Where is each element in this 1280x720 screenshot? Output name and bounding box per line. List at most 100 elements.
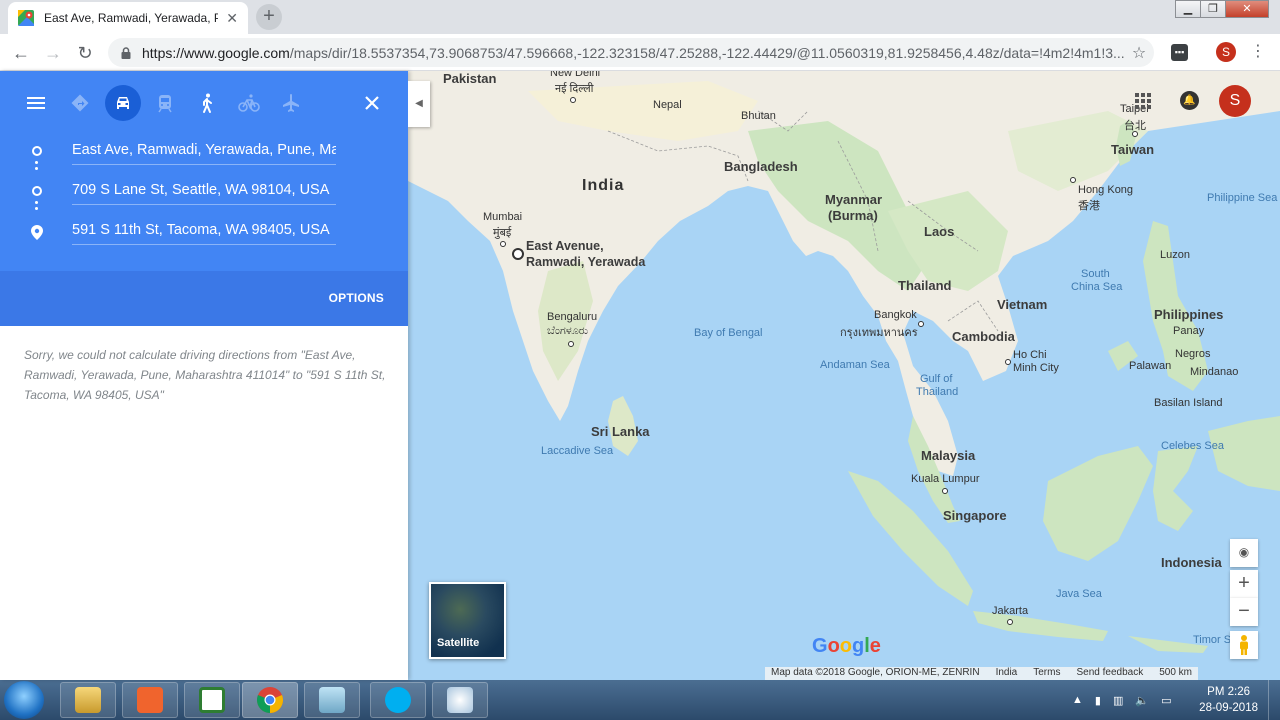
collapse-panel-button[interactable]: ◀ bbox=[408, 81, 430, 127]
map-label-luzon[interactable]: Luzon bbox=[1160, 249, 1190, 261]
taskbar-app-s[interactable] bbox=[184, 682, 240, 718]
map-label-origin-2[interactable]: Ramwadi, Yerawada bbox=[526, 255, 645, 269]
account-avatar[interactable]: S bbox=[1219, 85, 1251, 117]
city-marker[interactable] bbox=[568, 341, 574, 347]
map-label-ho-chi-minh[interactable]: Ho Chi bbox=[1013, 349, 1047, 361]
city-marker[interactable] bbox=[1070, 177, 1076, 183]
notifications-bell-icon[interactable]: 🔔 bbox=[1180, 91, 1199, 110]
map-label-bangkok[interactable]: Bangkok bbox=[874, 309, 917, 321]
origin-pin-icon[interactable] bbox=[512, 248, 524, 260]
taskbar-skype[interactable] bbox=[370, 682, 426, 718]
send-feedback-link[interactable]: Send feedback bbox=[1076, 667, 1143, 680]
map-label-cambodia[interactable]: Cambodia bbox=[952, 329, 1015, 344]
browser-profile-avatar[interactable]: S bbox=[1216, 42, 1236, 62]
map-label-mindanao[interactable]: Mindanao bbox=[1190, 366, 1238, 378]
map-canvas[interactable]: ◀ Pakistan New Delhi नई दिल्ली Nepal Bhu… bbox=[408, 71, 1280, 680]
map-label-panay[interactable]: Panay bbox=[1173, 325, 1204, 337]
map-label-hong-kong[interactable]: Hong Kong bbox=[1078, 184, 1133, 196]
reload-icon[interactable]: ↻ bbox=[72, 40, 98, 66]
map-label-sri-lanka[interactable]: Sri Lanka bbox=[591, 424, 650, 439]
taskbar-explorer[interactable] bbox=[60, 682, 116, 718]
windows-taskbar: ▲ ▮ ▥ 🔈 ▭ PM 2:26 28-09-2018 bbox=[0, 680, 1280, 720]
taskbar-clock[interactable]: PM 2:26 28-09-2018 bbox=[1199, 684, 1258, 716]
transit-mode-icon[interactable] bbox=[147, 85, 183, 121]
destination-input[interactable]: 591 S 11th St, Tacoma, WA 98405, USA bbox=[72, 219, 336, 245]
map-label-jakarta[interactable]: Jakarta bbox=[992, 605, 1028, 617]
satellite-layer-toggle[interactable]: Satellite bbox=[429, 582, 506, 659]
map-label-bangkok-th: กรุงเทพมหานคร bbox=[840, 327, 918, 339]
map-label-bangladesh[interactable]: Bangladesh bbox=[724, 159, 798, 174]
map-label-singapore[interactable]: Singapore bbox=[943, 508, 1007, 523]
map-label-vietnam[interactable]: Vietnam bbox=[997, 297, 1047, 312]
volume-icon[interactable]: 🔈 bbox=[1135, 694, 1149, 707]
cycling-mode-icon[interactable] bbox=[231, 85, 267, 121]
taskbar-paint[interactable] bbox=[432, 682, 488, 718]
region-link[interactable]: India bbox=[996, 667, 1018, 680]
map-label-mumbai[interactable]: Mumbai bbox=[483, 211, 522, 223]
map-label-pakistan[interactable]: Pakistan bbox=[443, 71, 496, 86]
address-bar[interactable]: https://www.google.com/maps/dir/18.55373… bbox=[108, 38, 1154, 67]
show-hidden-icons-icon[interactable]: ▲ bbox=[1072, 694, 1083, 706]
driving-mode-icon[interactable] bbox=[105, 85, 141, 121]
my-location-icon[interactable]: ◉ bbox=[1230, 539, 1258, 567]
zoom-out-button[interactable]: − bbox=[1230, 598, 1258, 626]
forward-arrow-icon[interactable]: → bbox=[40, 40, 66, 66]
taskbar-app-orange[interactable] bbox=[122, 682, 178, 718]
map-label-origin[interactable]: East Avenue, bbox=[526, 239, 604, 253]
city-marker[interactable] bbox=[500, 241, 506, 247]
map-label-myanmar[interactable]: Myanmar bbox=[825, 192, 882, 207]
maximize-button[interactable]: ❐ bbox=[1200, 0, 1226, 18]
chrome-icon bbox=[257, 687, 283, 713]
browser-menu-icon[interactable]: ⋮ bbox=[1250, 42, 1266, 62]
battery-icon[interactable]: ▮ bbox=[1095, 694, 1101, 707]
show-desktop-button[interactable] bbox=[1268, 680, 1280, 720]
map-label-kuala-lumpur[interactable]: Kuala Lumpur bbox=[911, 473, 980, 485]
map-label-taiwan[interactable]: Taiwan bbox=[1111, 142, 1154, 157]
map-label-basilan-island[interactable]: Basilan Island bbox=[1154, 397, 1223, 409]
map-label-new-delhi[interactable]: New Delhi bbox=[550, 71, 600, 79]
city-marker[interactable] bbox=[1005, 359, 1011, 365]
city-marker[interactable] bbox=[918, 321, 924, 327]
map-label-india[interactable]: India bbox=[582, 177, 624, 195]
map-label-malaysia[interactable]: Malaysia bbox=[921, 448, 975, 463]
city-marker[interactable] bbox=[570, 97, 576, 103]
map-label-bhutan[interactable]: Bhutan bbox=[741, 110, 776, 122]
action-center-icon[interactable]: ▭ bbox=[1161, 694, 1171, 707]
map-label-palawan[interactable]: Palawan bbox=[1129, 360, 1171, 372]
walking-mode-icon[interactable] bbox=[189, 85, 225, 121]
city-marker[interactable] bbox=[1132, 131, 1138, 137]
start-button[interactable] bbox=[4, 681, 44, 719]
best-travel-mode-icon[interactable] bbox=[62, 85, 98, 121]
network-icon[interactable]: ▥ bbox=[1113, 694, 1123, 707]
tab-close-icon[interactable]: ✕ bbox=[226, 10, 238, 27]
city-marker[interactable] bbox=[1007, 619, 1013, 625]
taskbar-chrome[interactable] bbox=[242, 682, 298, 718]
map-label-laos[interactable]: Laos bbox=[924, 224, 954, 239]
options-button[interactable]: OPTIONS bbox=[329, 291, 384, 305]
terms-link[interactable]: Terms bbox=[1033, 667, 1060, 680]
map-label-nepal[interactable]: Nepal bbox=[653, 99, 682, 111]
google-apps-icon[interactable] bbox=[1135, 93, 1151, 109]
hamburger-menu-icon[interactable] bbox=[18, 85, 54, 121]
map-label-thailand[interactable]: Thailand bbox=[898, 278, 951, 293]
bookmark-star-icon[interactable]: ☆ bbox=[1124, 43, 1154, 63]
city-marker[interactable] bbox=[942, 488, 948, 494]
close-directions-icon[interactable] bbox=[354, 85, 390, 121]
map-label-negros[interactable]: Negros bbox=[1175, 348, 1210, 360]
map-label-philippines[interactable]: Philippines bbox=[1154, 307, 1223, 322]
new-tab-button[interactable]: + bbox=[256, 4, 282, 30]
browser-tab[interactable]: East Ave, Ramwadi, Yerawada, Pu ✕ bbox=[8, 2, 248, 34]
extension-icon[interactable]: ▪▪▪ bbox=[1171, 44, 1188, 61]
taskbar-notepad[interactable] bbox=[304, 682, 360, 718]
scale-bar[interactable]: 500 km bbox=[1159, 667, 1192, 680]
map-label-bengaluru[interactable]: Bengaluru bbox=[547, 311, 597, 323]
minimize-button[interactable]: ▁ bbox=[1175, 0, 1201, 18]
close-window-button[interactable]: ✕ bbox=[1225, 0, 1269, 18]
origin-input[interactable]: East Ave, Ramwadi, Yerawada, Pune, Mahar… bbox=[72, 139, 336, 165]
flight-mode-icon[interactable] bbox=[273, 85, 309, 121]
back-arrow-icon[interactable]: ← bbox=[8, 40, 34, 66]
pegman-street-view-icon[interactable] bbox=[1230, 631, 1258, 659]
map-label-indonesia[interactable]: Indonesia bbox=[1161, 555, 1222, 570]
zoom-in-button[interactable]: + bbox=[1230, 570, 1258, 598]
waypoint-input[interactable]: 709 S Lane St, Seattle, WA 98104, USA bbox=[72, 179, 336, 205]
